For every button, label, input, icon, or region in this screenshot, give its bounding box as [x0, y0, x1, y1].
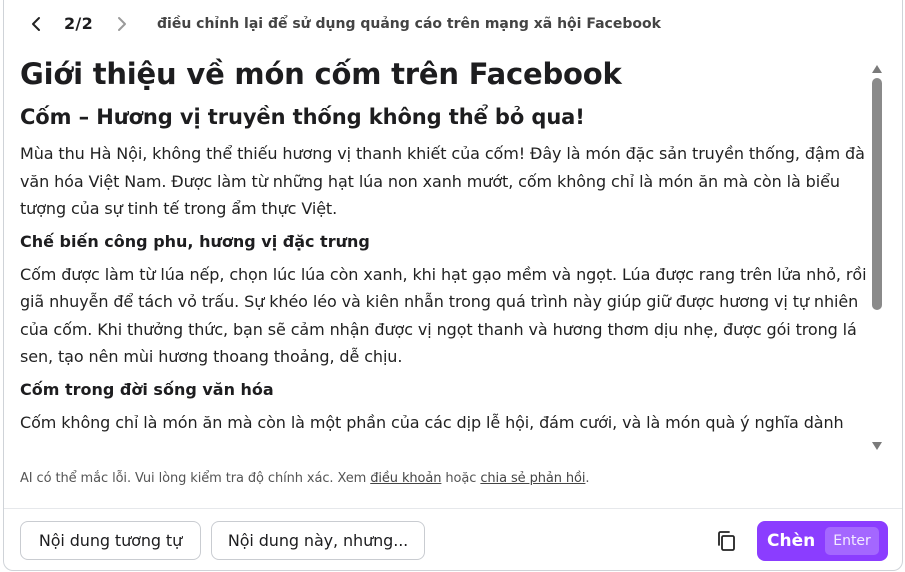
similar-content-button[interactable]: Nội dung tương tự	[20, 521, 201, 560]
content-panel: 2/2 điều chỉnh lại để sử dụng quảng cáo …	[3, 0, 903, 571]
pager-indicator: 2/2	[64, 14, 94, 33]
copy-button[interactable]	[713, 528, 739, 554]
ai-disclaimer: AI có thể mắc lỗi. Vui lòng kiểm tra độ …	[20, 471, 590, 486]
scroll-down-arrow[interactable]	[871, 437, 883, 450]
section-paragraph: Cốm không chỉ là món ăn mà còn là một ph…	[20, 412, 844, 432]
scroll-up-arrow[interactable]	[871, 60, 883, 73]
prompt-title: điều chỉnh lại để sử dụng quảng cáo trên…	[157, 16, 661, 32]
header: 2/2 điều chỉnh lại để sử dụng quảng cáo …	[4, 0, 902, 50]
disclaimer-text: hoặc	[441, 471, 481, 486]
section-heading: Cốm trong đời sống văn hóa	[20, 379, 274, 399]
insert-button[interactable]: Chèn Enter	[757, 521, 888, 561]
intro-paragraph: Mùa thu Hà Nội, không thể thiếu hương vị…	[20, 144, 865, 218]
chevron-right-icon	[118, 17, 126, 31]
insert-label: Chèn	[767, 531, 816, 551]
generated-document: Giới thiệu về món cốm trên Facebook Cốm …	[20, 52, 870, 458]
previous-button[interactable]	[24, 12, 48, 36]
triangle-down-icon	[872, 442, 882, 450]
copy-icon	[718, 531, 735, 551]
section-paragraph: Cốm được làm từ lúa nếp, chọn lúc lúa cò…	[20, 264, 867, 367]
modify-content-button[interactable]: Nội dung này, nhưng...	[211, 521, 425, 560]
disclaimer-text: .	[585, 471, 590, 486]
document-title: Giới thiệu về món cốm trên Facebook	[20, 57, 622, 91]
chevron-left-icon	[32, 17, 40, 31]
feedback-link[interactable]: chia sẻ phản hồi	[480, 471, 585, 486]
next-button[interactable]	[110, 12, 134, 36]
scrollbar-thumb[interactable]	[872, 78, 882, 310]
scrollbar-track[interactable]	[872, 76, 882, 434]
enter-key-hint: Enter	[825, 527, 879, 555]
disclaimer-text: AI có thể mắc lỗi. Vui lòng kiểm tra độ …	[20, 471, 371, 486]
triangle-up-icon	[872, 65, 882, 73]
document-subtitle: Cốm – Hương vị truyền thống không thể bỏ…	[20, 105, 585, 129]
terms-link[interactable]: điều khoản	[370, 471, 441, 486]
section-heading: Chế biến công phu, hương vị đặc trưng	[20, 231, 370, 251]
footer-divider	[4, 508, 902, 509]
